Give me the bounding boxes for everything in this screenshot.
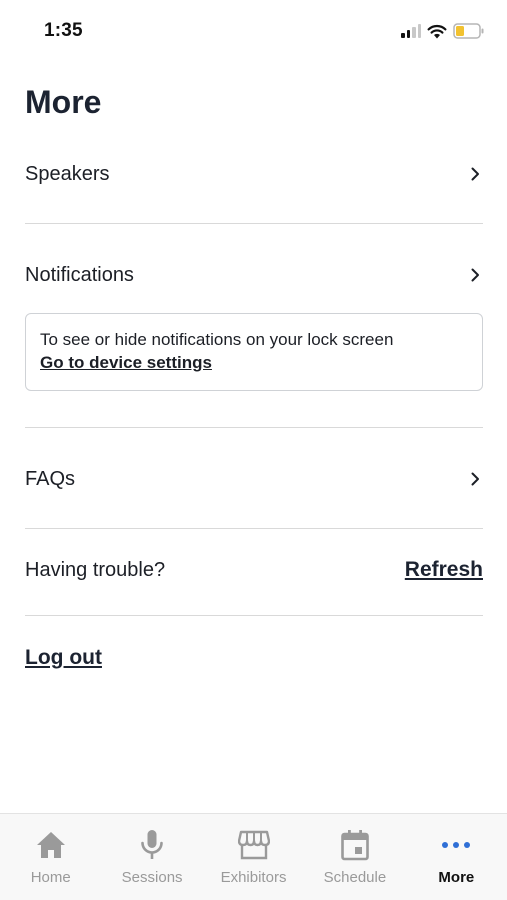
tab-label: Exhibitors bbox=[220, 869, 287, 886]
tab-sessions[interactable]: Sessions bbox=[101, 814, 202, 900]
trouble-label: Having trouble? bbox=[25, 559, 166, 581]
home-icon bbox=[34, 828, 68, 862]
divider bbox=[25, 223, 483, 224]
calendar-icon bbox=[338, 828, 372, 862]
status-time: 1:35 bbox=[44, 20, 83, 41]
menu-item-speakers[interactable]: Speakers bbox=[25, 151, 483, 197]
storefront-icon bbox=[237, 828, 271, 862]
tab-label: Sessions bbox=[121, 869, 183, 886]
battery-icon bbox=[453, 23, 484, 39]
notifications-info-card: To see or hide notifications on your loc… bbox=[25, 313, 483, 391]
divider bbox=[25, 427, 483, 428]
tab-label: Schedule bbox=[323, 869, 387, 886]
chevron-right-icon bbox=[467, 267, 483, 283]
tab-bar: Home Sessions Exhibitors Schedule More bbox=[0, 813, 507, 900]
device-settings-link[interactable]: Go to device settings bbox=[40, 351, 212, 375]
tab-schedule[interactable]: Schedule bbox=[304, 814, 405, 900]
notifications-info-text: To see or hide notifications on your loc… bbox=[40, 330, 394, 349]
divider bbox=[25, 615, 483, 616]
cellular-signal-icon bbox=[401, 24, 421, 38]
status-icons bbox=[401, 22, 485, 40]
menu-item-faqs[interactable]: FAQs bbox=[25, 456, 483, 502]
menu-item-notifications[interactable]: Notifications bbox=[25, 252, 483, 298]
refresh-button[interactable]: Refresh bbox=[405, 558, 483, 582]
chevron-right-icon bbox=[467, 166, 483, 182]
chevron-right-icon bbox=[467, 471, 483, 487]
microphone-icon bbox=[135, 828, 169, 862]
tab-label: Home bbox=[30, 869, 71, 886]
more-dots-icon bbox=[439, 828, 473, 862]
status-bar: 1:35 bbox=[0, 0, 507, 62]
tab-label: More bbox=[438, 869, 475, 886]
tab-exhibitors[interactable]: Exhibitors bbox=[203, 814, 304, 900]
menu-item-label: Speakers bbox=[25, 162, 110, 185]
page-title: More bbox=[25, 84, 102, 120]
tab-home[interactable]: Home bbox=[0, 814, 101, 900]
menu-item-label: FAQs bbox=[25, 467, 76, 490]
menu-item-label: Notifications bbox=[25, 263, 134, 286]
logout-button[interactable]: Log out bbox=[25, 646, 102, 670]
wifi-icon bbox=[427, 24, 447, 38]
tab-more[interactable]: More bbox=[406, 814, 507, 900]
divider bbox=[25, 528, 483, 529]
